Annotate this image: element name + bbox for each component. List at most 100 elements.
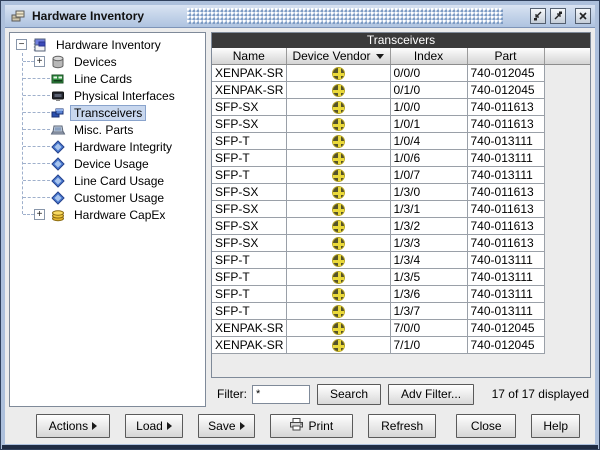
menu-arrow-icon xyxy=(239,422,245,430)
cell-filler xyxy=(544,200,590,217)
collapse-toggle-icon[interactable]: − xyxy=(16,39,27,50)
button-label: Load xyxy=(136,419,163,433)
column-header-index[interactable]: Index xyxy=(390,48,468,65)
tree-item-line-card-usage[interactable]: Line Card Usage xyxy=(10,172,205,189)
vendor-logo-icon xyxy=(331,168,345,182)
cell-device-vendor xyxy=(286,268,391,286)
toggle-spacer xyxy=(34,158,45,169)
transceivers-table: Name Device Vendor Index Part XENPAK-SR … xyxy=(212,48,590,354)
tree-item-line-cards[interactable]: Line Cards xyxy=(10,70,205,87)
cell-filler xyxy=(544,64,590,81)
cell-index: 1/3/4 xyxy=(390,251,468,269)
cell-index: 1/3/2 xyxy=(390,217,468,235)
table-row[interactable]: SFP-SX 1/0/0 740-011613 xyxy=(212,98,590,116)
cell-filler xyxy=(544,336,590,353)
vendor-logo-icon xyxy=(331,117,345,131)
load-button[interactable]: Load xyxy=(124,414,184,438)
cell-name: SFP-T xyxy=(212,285,287,303)
table-row[interactable]: SFP-T 1/3/7 740-013111 xyxy=(212,302,590,320)
vendor-logo-icon xyxy=(331,236,345,250)
tree-item-label: Devices xyxy=(74,54,117,69)
devices-icon xyxy=(50,54,66,70)
actions-button[interactable]: Actions xyxy=(36,414,110,438)
cell-device-vendor xyxy=(286,234,391,252)
help-button[interactable]: Help xyxy=(531,414,581,438)
column-header-label: Index xyxy=(413,48,444,63)
column-header-part[interactable]: Part xyxy=(467,48,545,65)
table-row[interactable]: XENPAK-SR 0/1/0 740-012045 xyxy=(212,81,590,99)
cell-part: 740-012045 xyxy=(467,319,545,337)
tree-item-hardware-integrity[interactable]: Hardware Integrity xyxy=(10,138,205,155)
filter-input[interactable] xyxy=(252,384,310,404)
cell-part: 740-011613 xyxy=(467,115,545,133)
cell-filler xyxy=(544,81,590,98)
tree-item-hardware-capex[interactable]: + Hardware CapEx xyxy=(10,206,205,223)
close-icon xyxy=(579,12,587,20)
tree-item-device-usage[interactable]: Device Usage xyxy=(10,155,205,172)
column-header-label: Name xyxy=(232,48,265,63)
tree-item-devices[interactable]: + Devices xyxy=(10,53,205,70)
refresh-button[interactable]: Refresh xyxy=(368,414,437,438)
cell-filler xyxy=(544,166,590,183)
table-row[interactable]: SFP-T 1/3/5 740-013111 xyxy=(212,268,590,286)
line-cards-icon xyxy=(50,71,66,87)
cell-part: 740-012045 xyxy=(467,81,545,99)
cell-part: 740-013111 xyxy=(467,149,545,167)
hardware-tree: − Hardware Inventory + Devices Line Cards Phy… xyxy=(9,32,206,407)
menu-arrow-icon xyxy=(166,422,172,430)
titlebar[interactable]: Hardware Inventory xyxy=(5,5,595,28)
cell-part: 740-013111 xyxy=(467,285,545,303)
table-row[interactable]: SFP-T 1/0/7 740-013111 xyxy=(212,166,590,184)
tree-item-customer-usage[interactable]: Customer Usage xyxy=(10,189,205,206)
table-row[interactable]: SFP-T 1/3/6 740-013111 xyxy=(212,285,590,303)
close-button[interactable] xyxy=(575,8,591,24)
titlebar-texture xyxy=(187,8,503,24)
column-header-name[interactable]: Name xyxy=(212,48,287,65)
transceivers-icon xyxy=(50,105,66,121)
table-row[interactable]: SFP-SX 1/3/1 740-011613 xyxy=(212,200,590,218)
table-row[interactable]: XENPAK-SR 7/1/0 740-012045 xyxy=(212,336,590,354)
cell-device-vendor xyxy=(286,98,391,116)
table-row[interactable]: XENPAK-SR 0/0/0 740-012045 xyxy=(212,64,590,82)
adv-filter-button[interactable]: Adv Filter... xyxy=(388,383,475,405)
close-dialog-button[interactable]: Close xyxy=(456,414,517,438)
vendor-logo-icon xyxy=(331,219,345,233)
cell-index: 0/1/0 xyxy=(390,81,468,99)
button-label: Refresh xyxy=(381,419,424,433)
cell-device-vendor xyxy=(286,200,391,218)
cell-device-vendor xyxy=(286,81,391,99)
table-row[interactable]: SFP-T 1/3/4 740-013111 xyxy=(212,251,590,269)
cell-name: XENPAK-SR xyxy=(212,64,287,82)
cell-name: XENPAK-SR xyxy=(212,319,287,337)
cell-part: 740-013111 xyxy=(467,132,545,150)
expand-toggle-icon[interactable]: + xyxy=(34,209,45,220)
save-button[interactable]: Save xyxy=(198,414,255,438)
vendor-logo-icon xyxy=(331,321,345,335)
cell-index: 0/0/0 xyxy=(390,64,468,82)
column-header-device-vendor[interactable]: Device Vendor xyxy=(286,48,391,65)
print-button[interactable]: Print xyxy=(269,414,354,438)
vendor-logo-icon xyxy=(331,151,345,165)
cell-index: 1/0/7 xyxy=(390,166,468,184)
search-button[interactable]: Search xyxy=(317,383,382,405)
tree-item-hardware-inventory[interactable]: − Hardware Inventory xyxy=(10,36,205,53)
table-row[interactable]: SFP-T 1/0/6 740-013111 xyxy=(212,149,590,167)
expand-toggle-icon[interactable]: + xyxy=(34,56,45,67)
table-row[interactable]: SFP-SX 1/0/1 740-011613 xyxy=(212,115,590,133)
maximize-button[interactable] xyxy=(550,8,566,24)
table-row[interactable]: SFP-SX 1/3/3 740-011613 xyxy=(212,234,590,252)
vendor-logo-icon xyxy=(331,100,345,114)
column-header-filler xyxy=(544,48,590,65)
cell-part: 740-011613 xyxy=(467,98,545,116)
tree-item-physical-interfaces[interactable]: Physical Interfaces xyxy=(10,87,205,104)
minimize-button[interactable] xyxy=(530,8,546,24)
table-row[interactable]: XENPAK-SR 7/0/0 740-012045 xyxy=(212,319,590,337)
hardware-inventory-window: Hardware Inventory − Hardware Inventory … xyxy=(0,0,600,450)
table-row[interactable]: SFP-T 1/0/4 740-013111 xyxy=(212,132,590,150)
table-row[interactable]: SFP-SX 1/3/0 740-011613 xyxy=(212,183,590,201)
tree-item-transceivers[interactable]: Transceivers xyxy=(10,104,205,121)
tree-item-misc-parts[interactable]: Misc. Parts xyxy=(10,121,205,138)
cell-name: SFP-SX xyxy=(212,115,287,133)
table-row[interactable]: SFP-SX 1/3/2 740-011613 xyxy=(212,217,590,235)
report-icon xyxy=(50,173,66,189)
